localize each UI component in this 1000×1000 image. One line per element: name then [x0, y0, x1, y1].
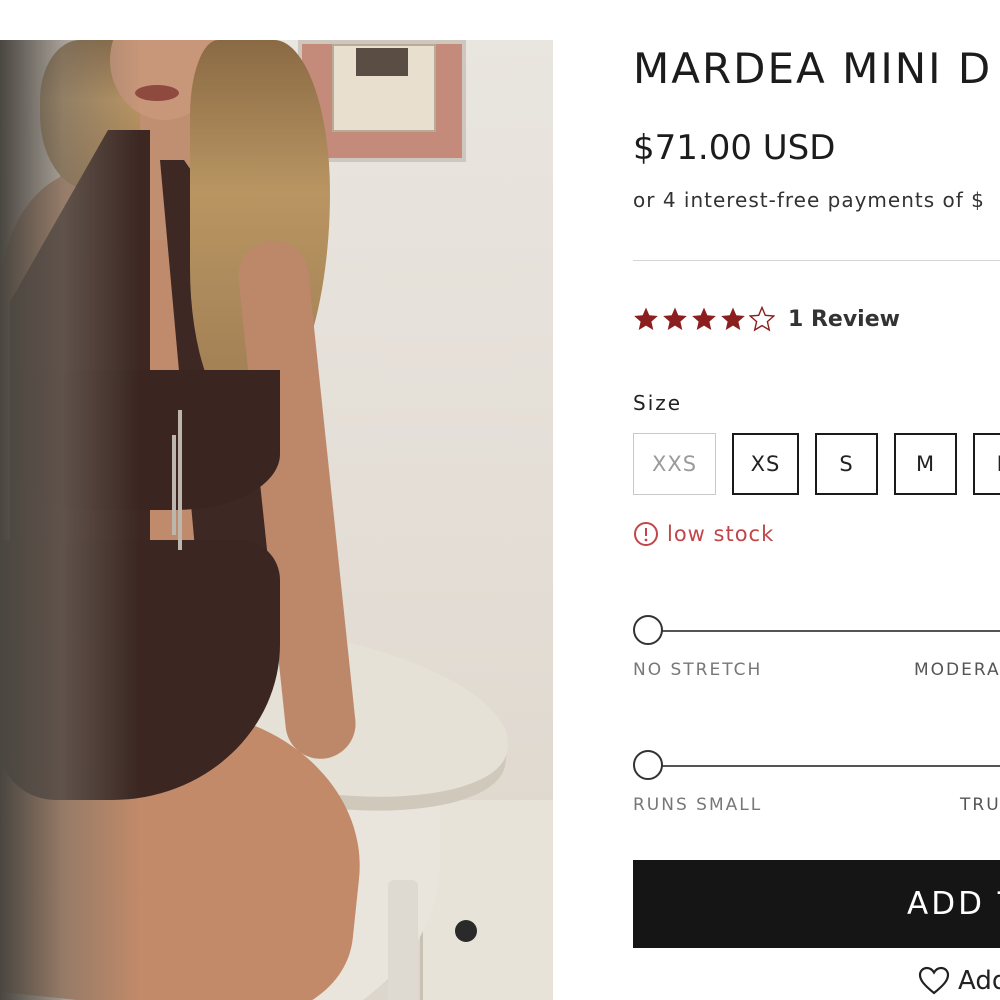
- stock-status: low stock: [633, 521, 774, 547]
- rating[interactable]: 1 Review: [633, 306, 900, 332]
- add-to-wishlist[interactable]: Add: [918, 966, 1000, 996]
- product-image[interactable]: [0, 40, 553, 1000]
- divider: [633, 260, 1000, 261]
- product-details: MARDEA MINI D $71.00 USD or 4 interest-f…: [633, 0, 1000, 1000]
- photo-shadow: [0, 40, 140, 1000]
- model-lips: [135, 85, 179, 101]
- scale-marker: [633, 750, 663, 780]
- star-filled-icon: [634, 307, 658, 330]
- product-title: MARDEA MINI D: [633, 44, 993, 93]
- heart-icon: [918, 966, 950, 995]
- size-option-m[interactable]: M: [894, 433, 957, 495]
- rating-stars: [633, 306, 778, 332]
- size-option-s[interactable]: S: [815, 433, 878, 495]
- scale-track: [647, 765, 1000, 767]
- scale-label-mid: TRU: [960, 795, 1000, 815]
- stock-text: low stock: [667, 522, 775, 546]
- size-option-xxs[interactable]: XXS: [633, 433, 716, 495]
- star-filled-icon: [721, 307, 745, 330]
- size-option-l[interactable]: L: [973, 433, 1000, 495]
- star-filled-icon: [692, 307, 716, 330]
- scale-marker: [633, 615, 663, 645]
- dress-chain: [172, 435, 176, 535]
- scale-label-left: NO STRETCH: [633, 660, 763, 680]
- star-filled-icon: [663, 307, 687, 330]
- installments-text: or 4 interest-free payments of $: [633, 188, 985, 212]
- size-label: Size: [633, 391, 683, 415]
- alert-circle-icon: [634, 522, 658, 546]
- table-leg: [388, 880, 418, 1000]
- size-selector: XXS XS SML: [633, 433, 1000, 495]
- add-to-cart-button[interactable]: ADD T: [633, 860, 1000, 948]
- reviews-link[interactable]: 1 Review: [788, 307, 900, 332]
- wishlist-label: Add: [958, 966, 1000, 996]
- product-price: $71.00 USD: [633, 128, 836, 168]
- scale-label-mid: MODERA: [914, 660, 1000, 680]
- star-empty-icon: [749, 306, 775, 332]
- size-option-xs[interactable]: XS: [732, 433, 799, 495]
- dress-chain: [178, 410, 182, 550]
- scale-track: [647, 630, 1000, 632]
- scale-label-left: RUNS SMALL: [633, 795, 763, 815]
